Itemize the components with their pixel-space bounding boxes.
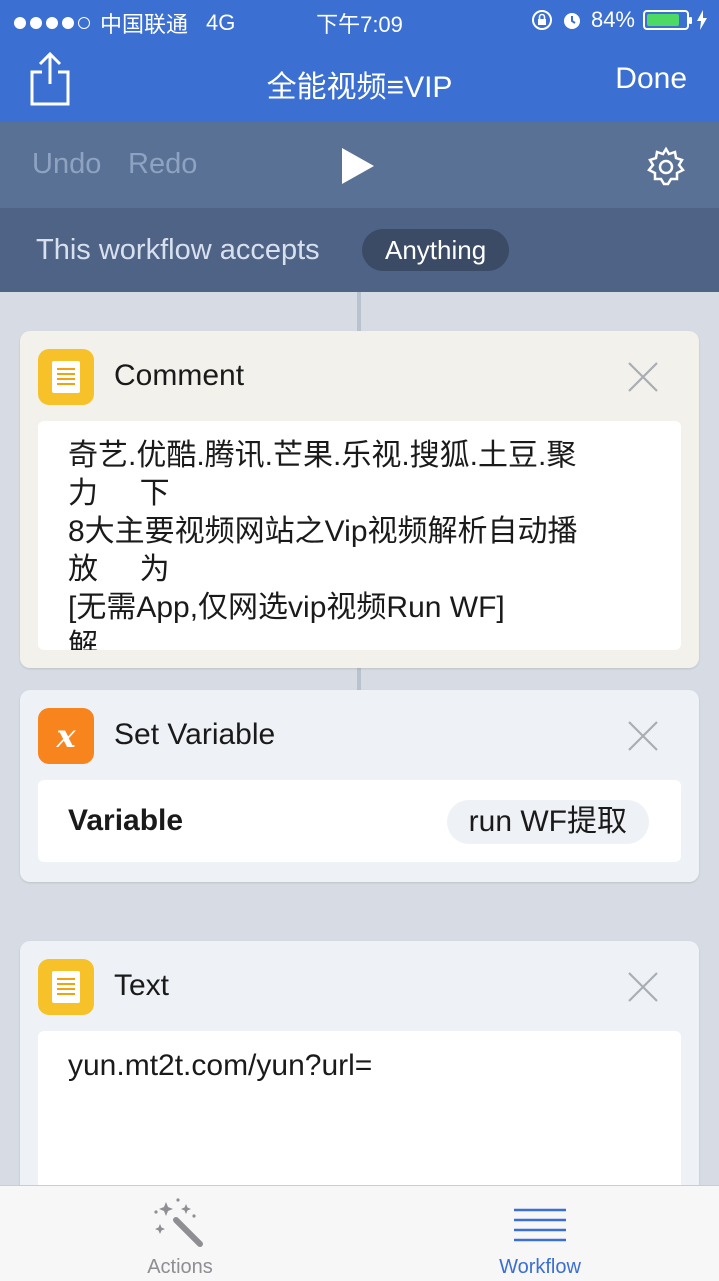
close-icon[interactable]: [627, 971, 659, 1003]
action-title: Text: [114, 969, 170, 1002]
tab-workflow[interactable]: Workflow: [440, 1186, 640, 1281]
play-icon[interactable]: [340, 146, 376, 186]
tab-actions[interactable]: Actions: [80, 1186, 280, 1281]
orientation-lock-icon: [531, 10, 552, 30]
action-title: Set Variable: [114, 718, 276, 751]
comment-action-card[interactable]: Comment 奇艺.优酷.腾讯.芒果.乐视.搜狐.土豆.聚 力 下 8大主要视…: [20, 331, 699, 668]
magic-wand-icon: [154, 1198, 203, 1247]
done-button[interactable]: Done: [615, 62, 687, 96]
editor-toolbar: Undo Redo: [0, 122, 719, 208]
close-icon[interactable]: [627, 361, 659, 393]
battery-percent: 84%: [590, 7, 635, 32]
workflow-input-bar: This workflow accepts Anything: [0, 208, 719, 292]
text-value: yun.mt2t.com/yun?url=: [68, 1049, 373, 1082]
text-action-card[interactable]: Text yun.mt2t.com/yun?url=: [20, 941, 699, 1201]
set-variable-action-card[interactable]: x Set Variable Variable run WF提取: [20, 690, 699, 882]
variable-label: Variable: [68, 804, 184, 837]
navigation-bar: 全能视频≡VIP Done: [0, 40, 719, 122]
charging-icon: [697, 10, 707, 30]
workflow-title[interactable]: 全能视频≡VIP: [0, 62, 719, 106]
variable-name-field[interactable]: run WF提取: [446, 800, 649, 844]
accepts-type-pill[interactable]: Anything: [362, 229, 510, 271]
tab-workflow-label: Workflow: [499, 1256, 581, 1278]
variable-row: Variable run WF提取: [38, 780, 681, 862]
text-field[interactable]: yun.mt2t.com/yun?url=: [38, 1031, 681, 1201]
note-icon: [38, 959, 94, 1015]
battery-icon: [643, 10, 692, 30]
flow-connector: [357, 292, 361, 332]
flow-connector: [357, 668, 361, 690]
tab-actions-label: Actions: [147, 1256, 213, 1278]
comment-text: 奇艺.优酷.腾讯.芒果.乐视.搜狐.土豆.聚 力 下 8大主要视频网站之Vip视…: [68, 439, 578, 650]
close-icon[interactable]: [627, 720, 659, 752]
tab-bar: Actions Workflow: [0, 1185, 719, 1281]
action-title: Comment: [114, 359, 245, 392]
undo-button[interactable]: Undo: [32, 148, 101, 181]
variable-icon: x: [38, 708, 94, 764]
comment-text-field[interactable]: 奇艺.优酷.腾讯.芒果.乐视.搜狐.土豆.聚 力 下 8大主要视频网站之Vip视…: [38, 421, 681, 650]
status-bar: 中国联通 4G 下午7:09 84%: [0, 0, 719, 40]
gear-icon[interactable]: [645, 146, 687, 188]
note-icon: [38, 349, 94, 405]
alarm-icon: [563, 13, 580, 29]
accepts-label: This workflow accepts: [36, 234, 320, 266]
list-icon: [514, 1208, 566, 1242]
redo-button[interactable]: Redo: [128, 148, 197, 181]
